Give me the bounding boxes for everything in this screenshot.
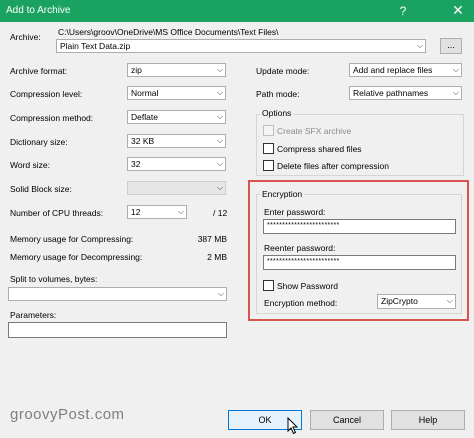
options-group-title: Options [260,108,294,118]
chevron-down-icon: ⌵ [416,41,423,50]
delete-after-checkbox[interactable] [263,160,274,171]
chevron-down-icon: ⌵ [452,65,459,74]
encryption-method-value: ZipCrypto [381,296,418,306]
cpu-threads-label: Number of CPU threads: [10,208,104,218]
word-size-select[interactable]: 32 ⌵ [127,157,226,171]
path-mode-label: Path mode: [256,89,300,99]
cpu-threads-value: 12 [131,207,141,217]
window-title: Add to Archive [6,5,71,16]
enter-password-label: Enter password: [264,207,326,217]
solid-block-size-label: Solid Block size: [10,184,72,194]
chevron-down-icon: ⌵ [216,112,223,121]
show-password-label: Show Password [277,281,338,291]
watermark: groovyPost.com [10,406,125,423]
encryption-method-label: Encryption method: [264,298,338,308]
delete-after-label: Delete files after compression [277,161,389,171]
chevron-down-icon: ⌵ [216,65,223,74]
show-password-checkbox[interactable] [263,280,274,291]
memory-compress-label: Memory usage for Compressing: [10,234,134,244]
chevron-down-icon: ⌵ [216,159,223,168]
update-mode-value: Add and replace files [353,65,433,75]
title-bar: Add to Archive ? ✕ [0,0,474,22]
split-volumes-label: Split to volumes, bytes: [10,274,98,284]
mouse-pointer-icon [287,417,299,435]
archive-format-value: zip [131,65,142,75]
update-mode-label: Update mode: [256,66,310,76]
browse-button[interactable]: ... [440,38,462,54]
reenter-password-value: ************************ [267,258,340,265]
path-mode-value: Relative pathnames [353,88,429,98]
cpu-threads-select[interactable]: 12 ⌵ [127,205,187,219]
compression-level-value: Normal [131,88,159,98]
chevron-down-icon: ⌵ [446,296,453,305]
split-volumes-combo[interactable]: ⌵ [8,287,227,301]
reenter-password-label: Reenter password: [264,243,336,253]
compression-method-label: Compression method: [10,113,94,123]
compression-level-select[interactable]: Normal ⌵ [127,86,226,100]
archive-name-value: Plain Text Data.zip [60,41,131,51]
memory-decompress-label: Memory usage for Decompressing: [10,252,143,262]
add-to-archive-dialog: Add to Archive ? ✕ Archive: C:\Users\gro… [0,0,474,438]
enter-password-input[interactable]: ************************ [263,219,456,234]
encryption-group-title: Encryption [260,189,305,199]
enter-password-value: ************************ [267,222,340,229]
close-icon[interactable]: ✕ [448,2,468,19]
compress-shared-checkbox[interactable] [263,143,274,154]
update-mode-select[interactable]: Add and replace files ⌵ [349,63,462,77]
help-button[interactable]: Help [391,410,465,430]
word-size-label: Word size: [10,160,50,170]
cancel-button[interactable]: Cancel [310,410,384,430]
memory-compress-value: 387 MB [197,234,227,244]
parameters-input[interactable] [8,322,227,338]
chevron-down-icon: ⌵ [452,88,459,97]
dictionary-size-select[interactable]: 32 KB ⌵ [127,134,226,148]
chevron-down-icon: ⌵ [216,88,223,97]
compress-shared-label: Compress shared files [277,144,362,154]
chevron-down-icon: ⌵ [216,183,223,192]
dictionary-size-value: 32 KB [131,136,155,146]
compression-level-label: Compression level: [10,89,83,99]
help-icon[interactable]: ? [394,4,412,18]
archive-path: C:\Users\groov\OneDrive\MS Office Docume… [58,27,279,37]
chevron-down-icon: ⌵ [216,136,223,145]
create-sfx-label: Create SFX archive [277,126,352,136]
compression-method-value: Deflate [131,112,158,122]
memory-decompress-value: 2 MB [207,252,227,262]
parameters-label: Parameters: [10,310,57,320]
archive-name-combo[interactable]: Plain Text Data.zip ⌵ [56,39,426,53]
chevron-down-icon: ⌵ [177,207,184,216]
cpu-threads-max: / 12 [213,208,228,218]
archive-label: Archive: [10,32,41,42]
archive-format-label: Archive format: [10,66,68,76]
reenter-password-input[interactable]: ************************ [263,255,456,270]
encryption-method-select[interactable]: ZipCrypto ⌵ [377,294,456,309]
chevron-down-icon: ⌵ [217,289,224,298]
solid-block-size-select: ⌵ [127,181,226,195]
create-sfx-checkbox [263,125,274,136]
dictionary-size-label: Dictionary size: [10,137,68,147]
compression-method-select[interactable]: Deflate ⌵ [127,110,226,124]
word-size-value: 32 [131,159,141,169]
path-mode-select[interactable]: Relative pathnames ⌵ [349,86,462,100]
archive-format-select[interactable]: zip ⌵ [127,63,226,77]
